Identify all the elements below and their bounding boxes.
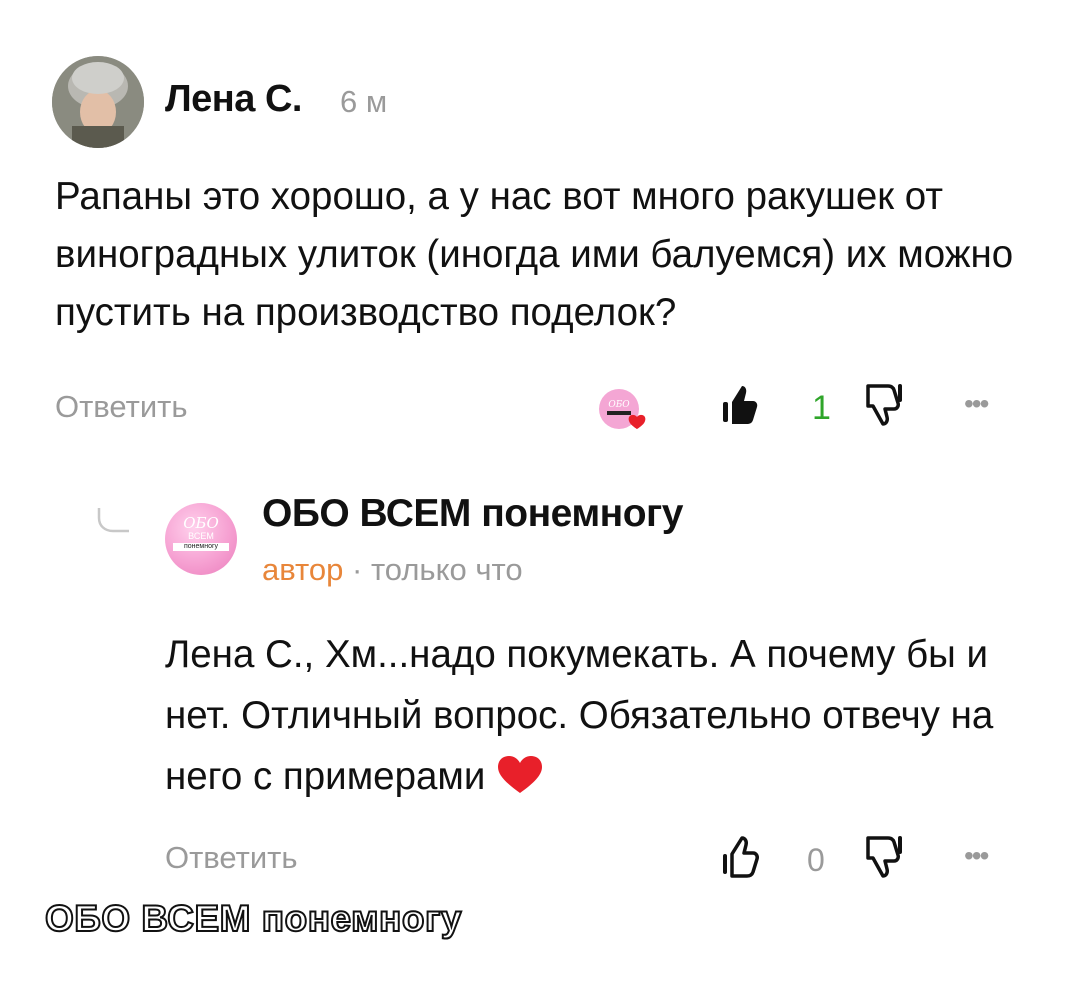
dislike-button[interactable] [862,832,904,878]
svg-text:ОБО: ОБО [608,400,630,410]
reply-author-name[interactable]: ОБО ВСЕМ понемногу [262,492,684,536]
comment-text: Рапаны это хорошо, а у нас вот много рак… [55,175,1014,334]
user-photo-icon [52,56,144,148]
author-liked-avatar-icon: ОБО [599,389,646,429]
meta-separator: · [343,552,371,587]
comment-timestamp: 6 м [340,84,388,119]
avatar-text-line1: ОБО [183,514,219,532]
like-count: 1 [812,389,831,427]
thumbs-up-icon [723,386,758,424]
dislike-button[interactable] [862,380,904,426]
reply-button[interactable]: Ответить [55,389,188,425]
thumbs-down-icon [866,836,902,878]
author-badge: автор [262,552,344,587]
avatar-text-line2: ВСЕМ [188,531,214,541]
like-button[interactable] [720,834,760,878]
watermark: ОБО ВСЕМ понемногу [44,897,462,940]
author-heart-reaction: ОБО [597,387,653,433]
like-count: 0 [807,842,825,878]
more-options-button[interactable]: ••• [964,388,989,420]
like-button[interactable] [720,382,760,426]
thumbs-down-icon [866,384,902,426]
reply-button[interactable]: Ответить [165,840,298,876]
thumbs-up-icon [723,836,759,878]
avatar-lena[interactable] [52,56,144,148]
reply-text: Лена С., Хм...надо покумекать. А почему … [165,624,1045,807]
reply-timestamp: только что [370,552,523,587]
reply-text-body: Лена С., Хм...надо покумекать. А почему … [165,633,994,798]
avatar-text-line3: понемногу [173,543,229,551]
reply-meta: автор · только что [262,552,523,588]
heart-icon [496,752,544,793]
avatar-channel[interactable]: ОБО ВСЕМ понемногу [165,503,237,575]
thread-line-icon [96,508,130,534]
more-options-button[interactable]: ••• [964,840,989,872]
comment-author-name[interactable]: Лена С. [165,78,302,121]
